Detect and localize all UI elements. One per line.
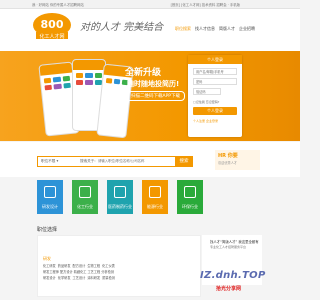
search-scope-label: 搜索关于: [80,159,96,163]
site-logo[interactable]: 800 化工人才网 [32,11,72,43]
right-ad-line1: 找人才“简版人才” 我这里全都有 [210,240,259,244]
login-tab[interactable]: 个人登录 [188,55,242,64]
hr-ad-sub: 欢迎优秀人才 [218,161,238,165]
category-tiles: 研发设计 化工行业 医药制药行业 能源行业 环保行业 [37,180,203,214]
category-tile-chemical[interactable]: 化工行业 [72,180,98,214]
remember-me-link[interactable]: □记住我 忘记密码? [193,100,219,104]
leaf-icon [184,186,196,198]
watermark-text: IZ.dnh.TOP [200,270,266,281]
flask-icon [79,186,91,198]
nav-item-resume[interactable]: 简版人才 [219,26,235,32]
username-input[interactable] [193,68,237,75]
search-button[interactable]: 搜索 [175,156,193,167]
watermark-sub: 拾光分享网 [216,286,242,292]
nav-item-company[interactable]: 企业招聘 [239,26,255,32]
captcha-input[interactable] [193,88,221,95]
jobs-section-title: 职位选择 [37,227,58,233]
category-tile-energy[interactable]: 能源行业 [142,180,168,214]
jobs-category-head[interactable]: 研发 [43,256,51,262]
banner-download-button[interactable]: 扫描二维码下载APP下载 [126,91,186,101]
logo-subtitle: 化工人才网 [39,33,64,40]
category-tile-environment[interactable]: 环保行业 [177,180,203,214]
category-tile-pharma[interactable]: 医药制药行业 [107,180,133,214]
category-tile-rd[interactable]: 研发设计 [37,180,63,214]
register-links[interactable]: 个人注册 企业登录 [193,119,218,123]
login-box: 个人登录 □记住我 忘记密码? 个人登录 个人注册 企业登录 [188,55,242,137]
top-bar-right-links[interactable]: [首页] [化工人才网] 技术资料 招聘会 · 手机版 [171,2,240,7]
top-bar: 我 · 好网站 你的专属人才招聘网站 [首页] [化工人才网] 技术资料 招聘会… [0,0,300,9]
banner-subtitle: 随时随地投简历! [127,80,180,88]
main-nav: 职位搜索 找人才信息 简版人才 企业招聘 [175,26,255,32]
hr-ad-banner[interactable]: HR 你要 欢迎优秀人才 [215,150,260,170]
slogan: 对的人才 完美结合 [80,22,164,33]
login-button[interactable]: 个人登录 [193,107,237,115]
top-bar-left-text: 我 · 好网站 你的专属人才招聘网站 [32,3,84,7]
energy-icon [149,186,161,198]
right-ad-line2: 专业化工人才招聘服务平台 [210,245,247,249]
hr-ad-title: HR 你要 [218,153,238,159]
search-input[interactable] [98,158,178,164]
search-box: 职位不限 ▾ 搜索关于: [37,156,192,167]
job-type-select[interactable]: 职位不限 ▾ [41,159,58,164]
password-input[interactable] [193,78,237,85]
pill-icon [114,186,126,198]
nav-item-find-talent[interactable]: 找人才信息 [195,26,215,32]
document-icon [44,186,56,198]
jobs-links[interactable]: 化工研发 药品研发 配方设计 生物工程 化工仪表 研发工程师 配方设计 精细化工… [43,263,115,281]
banner-title: 全新升级 [125,68,162,78]
nav-item-job-search[interactable]: 职位搜索 [175,26,191,32]
logo-number: 800 [41,18,64,31]
jobs-panel: 研发 化工研发 药品研发 配方设计 生物工程 化工仪表 研发工程师 配方设计 精… [37,235,201,297]
